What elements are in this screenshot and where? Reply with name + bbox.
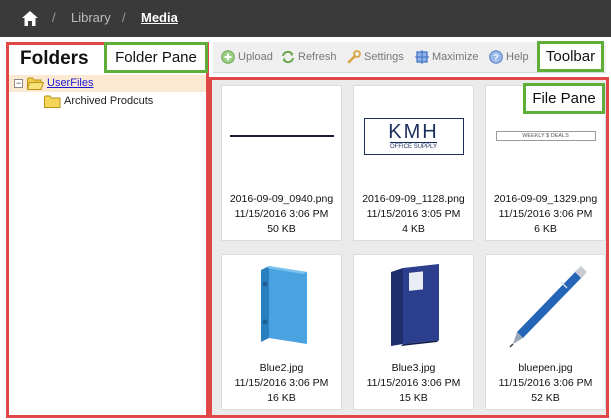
upload-icon (221, 50, 235, 64)
file-date: 11/15/2016 3:06 PM (498, 208, 593, 220)
folder-pane-annotation: Folder Pane (104, 42, 208, 73)
folder-open-icon (27, 77, 44, 90)
file-size: 15 KB (399, 392, 428, 404)
file-size: 50 KB (267, 223, 296, 235)
folders-title: Folders (20, 48, 89, 69)
tree-item-label[interactable]: Archived Prodcuts (64, 95, 153, 107)
file-card[interactable]: KMH OFFICE SUPPLY 2016-09-09_1128.png 11… (353, 85, 474, 241)
help-label: Help (506, 51, 529, 63)
file-pane: 2016-09-09_0940.png 11/15/2016 3:06 PM 5… (209, 77, 609, 418)
maximize-label: Maximize (432, 51, 479, 63)
top-nav-bar: / Library / Media (0, 0, 611, 37)
file-size: 52 KB (531, 392, 560, 404)
tree-item-label[interactable]: UserFiles (47, 77, 93, 89)
line-image (222, 86, 341, 186)
settings-button[interactable]: Settings (347, 50, 404, 64)
help-icon: ? (489, 50, 503, 64)
tree-item-archived-products[interactable]: Archived Prodcuts (9, 93, 206, 110)
file-name: bluepen.jpg (518, 362, 573, 374)
file-name: Blue3.jpg (391, 362, 436, 374)
breadcrumb-separator: / (122, 10, 126, 25)
file-name: 2016-09-09_1329.png (493, 193, 598, 205)
file-name: Blue2.jpg (259, 362, 304, 374)
file-size: 6 KB (534, 223, 557, 235)
refresh-button[interactable]: Refresh (281, 50, 337, 64)
svg-text:?: ? (493, 53, 499, 63)
file-date: 11/15/2016 3:06 PM (234, 208, 329, 220)
refresh-label: Refresh (298, 51, 337, 63)
binder-image (354, 255, 473, 355)
file-date: 11/15/2016 3:06 PM (234, 377, 329, 389)
settings-label: Settings (364, 51, 404, 63)
file-card[interactable]: 2016-09-09_0940.png 11/15/2016 3:06 PM 5… (221, 85, 342, 241)
breadcrumb-media[interactable]: Media (141, 10, 178, 25)
breadcrumb-separator: / (52, 10, 56, 25)
folder-pane: Folders − UserFiles Archived Prodcuts (6, 42, 209, 418)
file-date: 11/15/2016 3:06 PM (366, 377, 461, 389)
settings-icon (347, 50, 361, 64)
file-size: 4 KB (402, 223, 425, 235)
collapse-icon[interactable]: − (14, 79, 23, 88)
file-card[interactable]: Blue3.jpg 11/15/2016 3:06 PM 15 KB (353, 254, 474, 410)
maximize-icon (415, 50, 429, 64)
upload-label: Upload (238, 51, 273, 63)
file-card[interactable]: bluepen.jpg 11/15/2016 3:06 PM 52 KB (485, 254, 606, 410)
maximize-button[interactable]: Maximize (415, 50, 478, 64)
file-size: 16 KB (267, 392, 296, 404)
breadcrumb-library[interactable]: Library (71, 10, 111, 25)
folder-icon (44, 95, 61, 108)
file-name: 2016-09-09_0940.png (229, 193, 334, 205)
refresh-icon (282, 50, 294, 64)
file-date: 11/15/2016 3:05 PM (366, 208, 461, 220)
pen-image (486, 255, 605, 355)
banner-text: WEEKLY $ DEALS (495, 131, 596, 141)
file-name: 2016-09-09_1128.png (362, 193, 465, 205)
logo-subtext: OFFICE SUPPLY (390, 142, 437, 150)
file-card[interactable]: Blue2.jpg 11/15/2016 3:06 PM 16 KB (221, 254, 342, 410)
file-pane-annotation: File Pane (523, 83, 605, 114)
upload-button[interactable]: Upload (221, 50, 273, 64)
binder-image (222, 255, 341, 355)
home-icon[interactable] (22, 11, 38, 26)
logo-text: KMH (388, 121, 439, 143)
logo-image: KMH OFFICE SUPPLY (354, 86, 473, 186)
file-date: 11/15/2016 3:06 PM (498, 377, 593, 389)
tree-item-userfiles[interactable]: − UserFiles (9, 75, 206, 92)
help-button[interactable]: ? Help (489, 50, 529, 64)
toolbar-annotation: Toolbar (537, 41, 604, 72)
